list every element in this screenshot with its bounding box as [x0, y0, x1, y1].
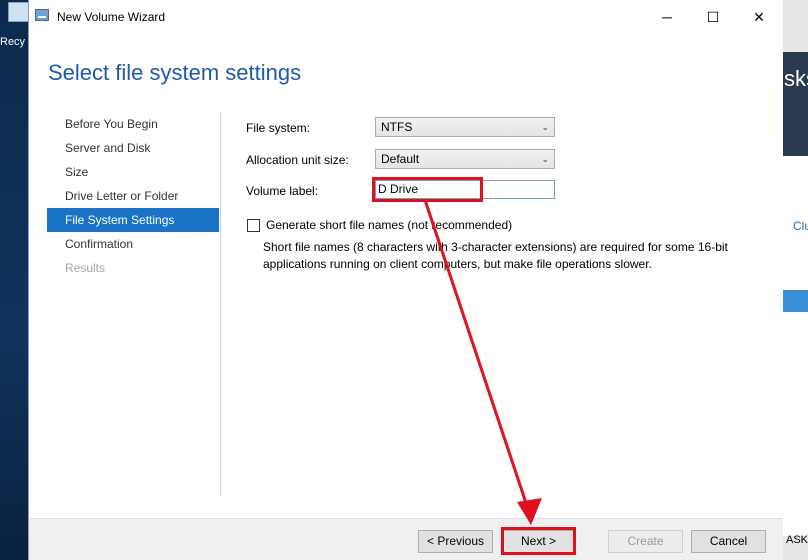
window-title: New Volume Wizard: [57, 10, 166, 24]
step-size[interactable]: Size: [47, 160, 219, 184]
chevron-down-icon: ⌄: [541, 122, 549, 132]
cancel-button[interactable]: Cancel: [691, 530, 766, 553]
file-system-value: NTFS: [381, 120, 413, 134]
wizard-steps-nav: Before You Begin Server and Disk Size Dr…: [47, 112, 219, 280]
minimize-button[interactable]: ─: [644, 0, 690, 34]
volume-label-label: Volume label:: [246, 184, 319, 198]
step-results: Results: [65, 261, 106, 275]
maximize-button[interactable]: ☐: [690, 0, 736, 34]
short-file-names-description: Short file names (8 characters with 3-ch…: [263, 240, 728, 271]
background-link[interactable]: Clu: [793, 219, 808, 233]
background-server-manager-window[interactable]: sks Clu ASKS: [782, 0, 808, 560]
step-confirmation[interactable]: Confirmation: [47, 232, 219, 256]
file-system-select[interactable]: NTFS ⌄: [375, 117, 555, 137]
step-drive-letter-or-folder[interactable]: Drive Letter or Folder: [47, 184, 219, 208]
annotation-box-volume-label: [372, 177, 483, 202]
allocation-unit-label: Allocation unit size:: [246, 153, 349, 167]
chevron-down-icon: ⌄: [541, 154, 549, 164]
volume-wizard-icon: [35, 9, 49, 21]
short-file-names-checkbox[interactable]: [247, 219, 260, 232]
recycle-bin-icon[interactable]: [8, 2, 30, 22]
background-selection-bar: [782, 290, 808, 312]
background-tasks-label[interactable]: ASKS: [786, 534, 808, 546]
title-bar[interactable]: New Volume Wizard ─ ☐ ✕: [29, 0, 783, 34]
desktop-background: [0, 0, 28, 560]
annotation-box-next: [501, 527, 576, 555]
step-before-you-begin[interactable]: Before You Begin: [47, 112, 219, 136]
background-content: [782, 156, 808, 536]
previous-button[interactable]: < Previous: [418, 530, 493, 553]
allocation-unit-value: Default: [381, 152, 420, 166]
recycle-bin-label: Recy: [0, 36, 26, 48]
new-volume-wizard-window: New Volume Wizard ─ ☐ ✕ Select file syst…: [28, 0, 783, 560]
step-file-system-settings[interactable]: File System Settings: [47, 208, 219, 232]
step-server-and-disk[interactable]: Server and Disk: [47, 136, 219, 160]
file-system-label: File system:: [246, 121, 311, 135]
page-title: Select file system settings: [48, 60, 302, 85]
allocation-unit-select[interactable]: Default ⌄: [375, 149, 555, 169]
short-file-names-label[interactable]: Generate short file names (not recommend…: [266, 218, 512, 232]
create-button: Create: [608, 530, 683, 553]
close-button[interactable]: ✕: [736, 0, 782, 34]
background-header-text: sks: [784, 66, 808, 91]
nav-divider: [220, 112, 221, 496]
